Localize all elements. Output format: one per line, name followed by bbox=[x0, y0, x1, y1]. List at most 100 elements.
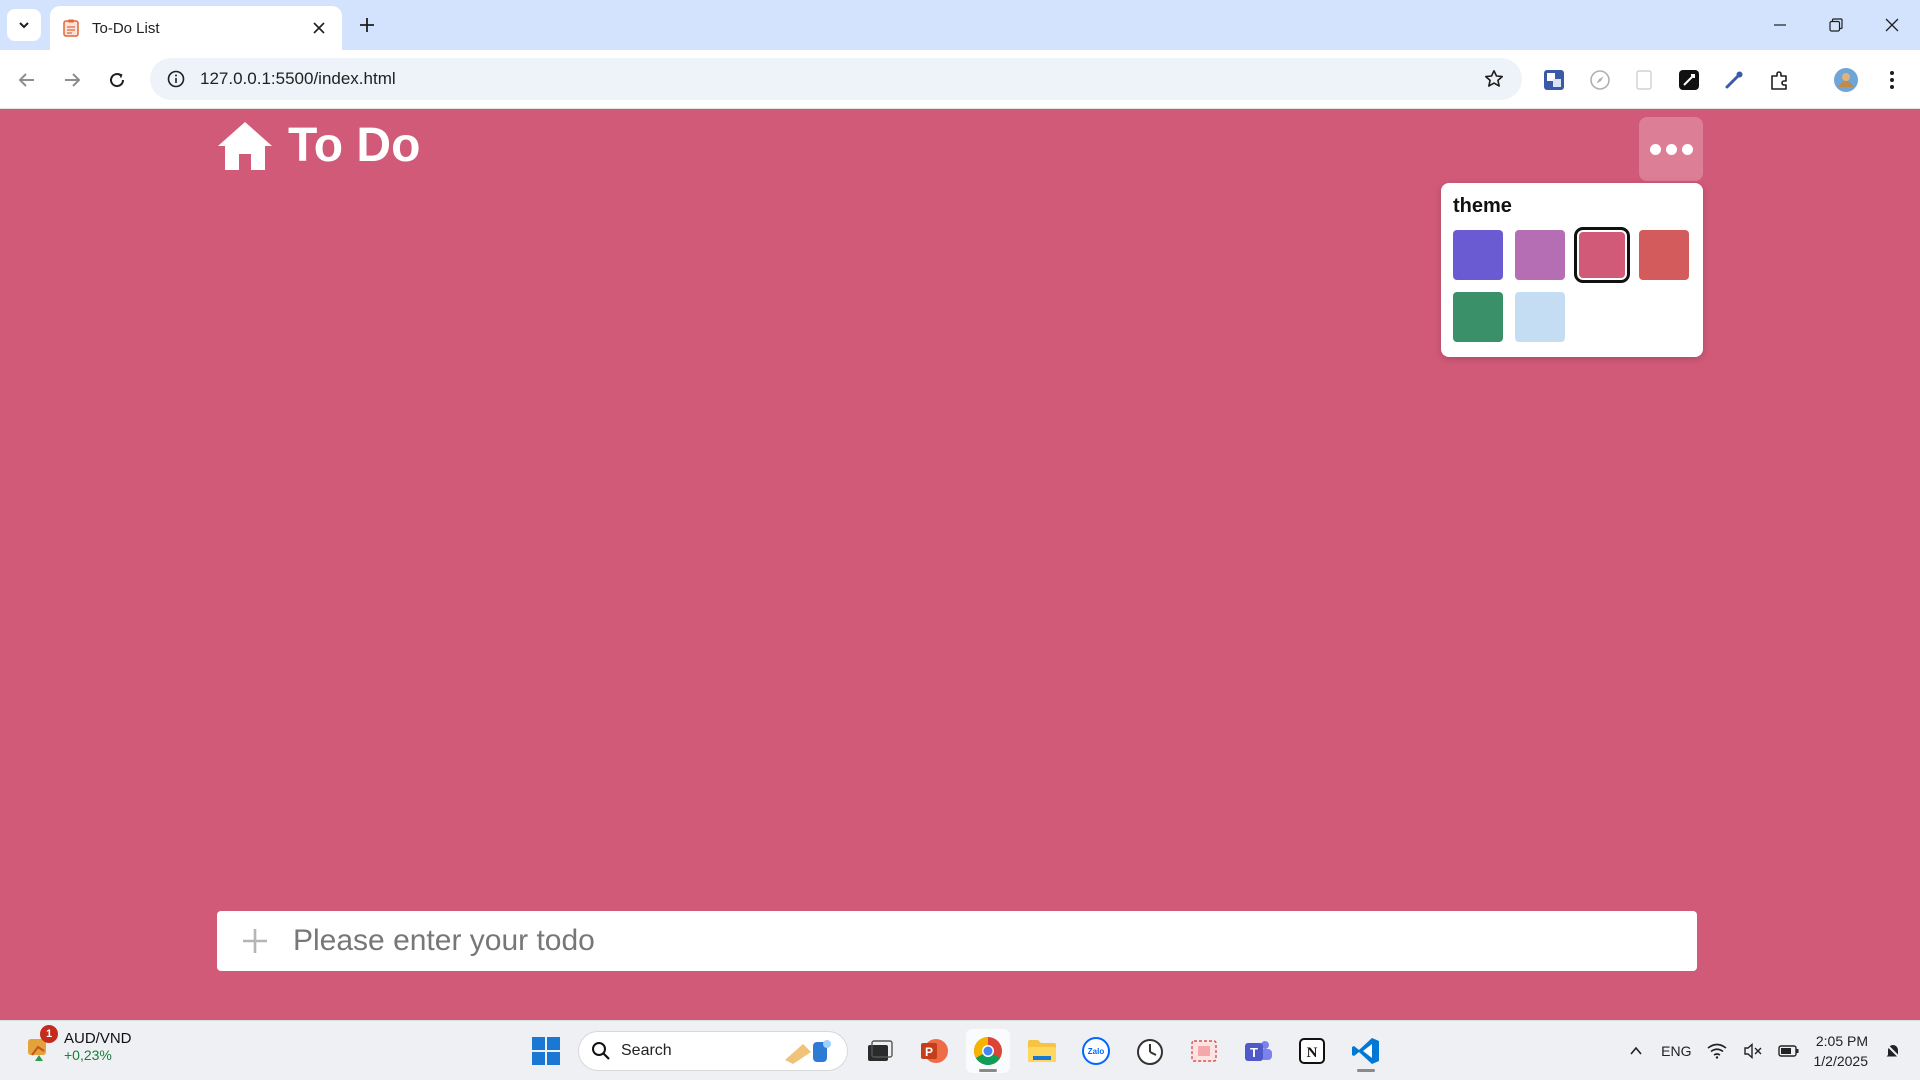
more-options-button[interactable] bbox=[1639, 117, 1703, 181]
arrow-left-icon bbox=[18, 73, 34, 87]
close-icon bbox=[1885, 18, 1899, 32]
search-label: Search bbox=[621, 1042, 672, 1059]
taskbar-search[interactable]: Search bbox=[578, 1031, 848, 1071]
translate-extension-icon[interactable] bbox=[1538, 64, 1570, 96]
notion-icon: N bbox=[1299, 1038, 1325, 1064]
theme-swatch-1[interactable] bbox=[1453, 230, 1503, 280]
bookmark-star-icon[interactable] bbox=[1480, 65, 1508, 93]
todo-input-container bbox=[217, 911, 1697, 971]
notification-bell-icon[interactable] bbox=[1882, 1040, 1904, 1062]
theme-swatch-2[interactable] bbox=[1515, 230, 1565, 280]
url-text[interactable]: 127.0.0.1:5500/index.html bbox=[200, 69, 1480, 89]
language-indicator[interactable]: ENG bbox=[1661, 1043, 1691, 1059]
ticker-name: AUD/VND bbox=[64, 1029, 132, 1047]
clock-app[interactable] bbox=[1128, 1029, 1172, 1073]
currency-widget[interactable]: 1 AUD/VND +0,23% bbox=[22, 1025, 132, 1063]
browser-tabbar: To-Do List bbox=[0, 0, 1920, 50]
arrow-right-icon bbox=[65, 73, 81, 87]
compass-extension-icon[interactable] bbox=[1584, 64, 1616, 96]
vscode-app[interactable] bbox=[1344, 1029, 1388, 1073]
zalo-icon: Zalo bbox=[1082, 1037, 1110, 1065]
battery-icon[interactable] bbox=[1777, 1040, 1800, 1062]
close-tab-icon[interactable] bbox=[308, 17, 330, 39]
volume-muted-icon[interactable] bbox=[1742, 1040, 1764, 1062]
home-icon[interactable] bbox=[216, 120, 274, 172]
chevron-up-icon[interactable] bbox=[1625, 1040, 1647, 1062]
minimize-button[interactable] bbox=[1752, 0, 1808, 50]
notion-app[interactable]: N bbox=[1290, 1029, 1334, 1073]
window-controls bbox=[1752, 0, 1920, 50]
wifi-icon[interactable] bbox=[1706, 1040, 1728, 1062]
tab-title: To-Do List bbox=[92, 19, 160, 37]
clock-icon bbox=[1137, 1039, 1163, 1065]
theme-swatch-3[interactable] bbox=[1574, 227, 1630, 283]
svg-text:N: N bbox=[1307, 1045, 1318, 1061]
file-explorer-app[interactable] bbox=[1020, 1029, 1064, 1073]
kebab-menu-icon[interactable] bbox=[1876, 64, 1908, 96]
tab-search-button[interactable] bbox=[7, 9, 41, 41]
notification-badge: 1 bbox=[40, 1025, 58, 1043]
more-dot bbox=[1665, 143, 1677, 155]
eyedropper-extension-icon[interactable] bbox=[1718, 64, 1750, 96]
svg-text:P: P bbox=[925, 1045, 933, 1059]
chevron-down-icon bbox=[19, 22, 29, 29]
pen-tool-extension-icon[interactable] bbox=[1673, 64, 1705, 96]
theme-swatch-5[interactable] bbox=[1453, 292, 1503, 342]
more-dots-icon bbox=[1649, 143, 1661, 155]
chrome-icon bbox=[974, 1037, 1002, 1065]
folder-icon bbox=[1028, 1040, 1056, 1062]
taskbar: 1 AUD/VND +0,23% Search P Zalo T N ENG 2… bbox=[0, 1020, 1920, 1080]
zalo-app[interactable]: Zalo bbox=[1074, 1029, 1118, 1073]
search-icon bbox=[592, 1042, 610, 1060]
plus-icon bbox=[360, 18, 374, 32]
theme-panel: theme bbox=[1441, 183, 1703, 357]
chrome-app[interactable] bbox=[966, 1029, 1010, 1073]
clipboard-icon bbox=[62, 19, 80, 37]
restore-button[interactable] bbox=[1808, 0, 1864, 50]
reload-icon bbox=[110, 73, 125, 88]
windows-start-button[interactable] bbox=[524, 1029, 568, 1073]
forward-button[interactable] bbox=[55, 63, 89, 97]
teams-app[interactable]: T bbox=[1236, 1029, 1280, 1073]
powerpoint-app[interactable]: P bbox=[912, 1029, 956, 1073]
task-view-app[interactable] bbox=[858, 1029, 902, 1073]
close-window-button[interactable] bbox=[1864, 0, 1920, 50]
teams-icon: T bbox=[1245, 1041, 1272, 1061]
windows-logo-icon bbox=[532, 1037, 560, 1065]
powerpoint-icon: P bbox=[921, 1039, 948, 1063]
back-button[interactable] bbox=[10, 63, 44, 97]
clock-date: 1/2/2025 bbox=[1813, 1053, 1869, 1069]
clock[interactable]: 2:05 PM 1/2/2025 bbox=[1814, 1031, 1869, 1071]
profile-avatar[interactable] bbox=[1830, 64, 1862, 96]
stock-chart-icon: 1 bbox=[22, 1025, 58, 1063]
theme-label: theme bbox=[1453, 195, 1512, 217]
ticker-change: +0,23% bbox=[64, 1046, 112, 1063]
extensions-puzzle-icon[interactable] bbox=[1764, 64, 1796, 96]
browser-toolbar: 127.0.0.1:5500/index.html bbox=[0, 50, 1920, 109]
clock-time: 2:05 PM bbox=[1815, 1033, 1868, 1049]
page-title: To Do bbox=[288, 119, 421, 172]
svg-text:T: T bbox=[1250, 1045, 1258, 1060]
browser-tab-active[interactable]: To-Do List bbox=[50, 6, 342, 50]
plus-icon[interactable] bbox=[241, 927, 269, 955]
svg-text:Zalo: Zalo bbox=[1088, 1047, 1105, 1056]
search-highlight-icon bbox=[785, 1040, 831, 1064]
restore-icon bbox=[1829, 18, 1843, 32]
vscode-icon bbox=[1352, 1038, 1379, 1064]
address-bar[interactable]: 127.0.0.1:5500/index.html bbox=[150, 58, 1522, 100]
app-header: To Do bbox=[216, 118, 420, 173]
running-indicator bbox=[1357, 1069, 1375, 1072]
new-tab-button[interactable] bbox=[352, 10, 382, 40]
theme-swatch-4[interactable] bbox=[1639, 230, 1689, 280]
reload-button[interactable] bbox=[100, 63, 134, 97]
system-tray: ENG 2:05 PM 1/2/2025 bbox=[1625, 1021, 1904, 1080]
more-dot bbox=[1681, 143, 1693, 155]
taskbar-apps: Search P Zalo T N bbox=[524, 1029, 1388, 1073]
page-extension-icon[interactable] bbox=[1628, 64, 1660, 96]
snipping-tool-app[interactable] bbox=[1182, 1029, 1226, 1073]
task-view-icon bbox=[868, 1040, 893, 1061]
todo-input[interactable] bbox=[293, 924, 1673, 958]
site-info-icon[interactable] bbox=[164, 67, 188, 91]
theme-swatch-6[interactable] bbox=[1515, 292, 1565, 342]
active-indicator bbox=[979, 1069, 997, 1072]
